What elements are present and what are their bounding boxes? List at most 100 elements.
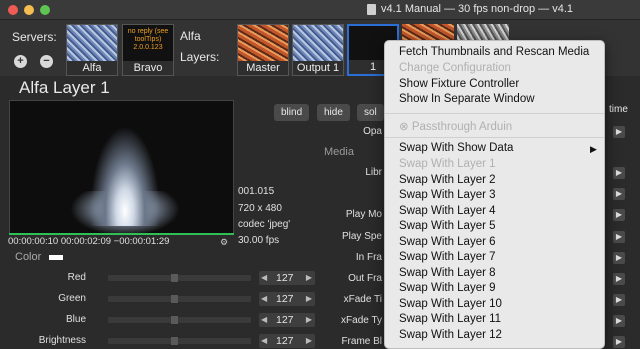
slider-knob[interactable]: [171, 316, 178, 324]
value-stepper[interactable]: ◀ 127 ▶: [259, 292, 315, 306]
value-stepper[interactable]: ◀ 127 ▶: [259, 334, 315, 348]
menu-item-swap-layer-4[interactable]: Swap With Layer 4: [399, 205, 496, 217]
param-step-right-arrow[interactable]: ▶: [613, 188, 625, 200]
server-status-note: no reply (see toolTips) 2.0.0.123: [127, 28, 169, 51]
decrement-arrow-icon[interactable]: ◀: [261, 334, 267, 348]
slider-knob[interactable]: [171, 295, 178, 303]
slider-track[interactable]: [107, 316, 252, 324]
resolution-readout: 720 x 480: [238, 203, 282, 214]
zoom-window-button[interactable]: [40, 5, 50, 15]
value-stepper[interactable]: ◀ 127 ▶: [259, 313, 315, 327]
menu-separator: [385, 113, 604, 114]
param-step-right-arrow[interactable]: ▶: [613, 315, 625, 327]
menu-item-swap-layer-5[interactable]: Swap With Layer 5: [399, 220, 496, 232]
layer-thumb-label: Master: [238, 61, 288, 75]
slider-track[interactable]: [107, 274, 252, 282]
param-step-right-arrow[interactable]: ▶: [613, 336, 625, 348]
decrement-arrow-icon[interactable]: ◀: [261, 271, 267, 285]
server-thumb-label: Bravo: [123, 61, 173, 75]
stepper-value: 127: [276, 272, 294, 284]
menu-item-passthrough: ⊗ Passthrough Arduin: [399, 121, 513, 133]
slider-track[interactable]: [107, 337, 252, 345]
slider-label: Green: [58, 293, 86, 304]
slider-row-green: Green ◀ 127 ▶: [0, 289, 320, 309]
menu-item-change-configuration: Change Configuration: [399, 62, 511, 74]
stepper-value: 127: [276, 314, 294, 326]
slider-knob[interactable]: [171, 337, 178, 345]
menu-item-swap-show-data[interactable]: Swap With Show Data: [399, 142, 513, 154]
menu-item-swap-layer-2[interactable]: Swap With Layer 2: [399, 174, 496, 186]
preview-splash: [90, 126, 160, 226]
servers-label: Servers:: [12, 30, 57, 44]
param-label: Opa: [363, 126, 382, 137]
menu-item-swap-layer-7[interactable]: Swap With Layer 7: [399, 251, 496, 263]
server-thumb-bravo[interactable]: no reply (see toolTips) 2.0.0.123 Bravo: [122, 24, 174, 76]
context-menu: Fetch Thumbnails and Rescan Media Change…: [384, 40, 605, 349]
menu-item-swap-layer-6[interactable]: Swap With Layer 6: [399, 236, 496, 248]
menu-item-swap-layer-12[interactable]: Swap With Layer 12: [399, 329, 502, 341]
add-server-button[interactable]: +: [14, 55, 27, 68]
param-label: Play Mo: [345, 209, 382, 220]
frame-readout: 001.015: [238, 186, 275, 197]
layer-thumb-master[interactable]: Master: [237, 24, 289, 76]
param-step-right-arrow[interactable]: ▶: [613, 273, 625, 285]
menu-item-show-separate-window[interactable]: Show In Separate Window: [399, 93, 535, 105]
menu-item-swap-layer-3[interactable]: Swap With Layer 3: [399, 189, 496, 201]
increment-arrow-icon[interactable]: ▶: [306, 271, 312, 285]
remove-server-button[interactable]: −: [40, 55, 53, 68]
value-stepper[interactable]: ◀ 127 ▶: [259, 271, 315, 285]
menu-item-fetch-thumbnails[interactable]: Fetch Thumbnails and Rescan Media: [399, 46, 589, 58]
timecode-options-icon[interactable]: ⚙: [220, 237, 228, 248]
layers-label: Layers:: [180, 50, 220, 64]
layer-title: Alfa Layer 1: [19, 78, 110, 97]
menu-item-show-fixture-controller[interactable]: Show Fixture Controller: [399, 78, 519, 90]
decrement-arrow-icon[interactable]: ◀: [261, 292, 267, 306]
param-step-right-arrow[interactable]: ▶: [613, 167, 625, 179]
layer-thumbnail-image: [238, 25, 288, 61]
slider-label: Blue: [65, 314, 86, 325]
menu-item-swap-layer-11[interactable]: Swap With Layer 11: [399, 313, 501, 325]
slider-knob[interactable]: [171, 274, 178, 282]
video-preview[interactable]: [9, 100, 234, 235]
decrement-arrow-icon[interactable]: ◀: [261, 313, 267, 327]
param-step-right-arrow[interactable]: ▶: [613, 252, 625, 264]
slider-label: Red: [67, 272, 86, 283]
time-label: time: [609, 104, 628, 115]
param-step-right-arrow[interactable]: ▶: [613, 294, 625, 306]
param-label: xFade Ty: [341, 315, 382, 326]
param-label: xFade Ti: [343, 294, 382, 305]
param-label: Play Spe: [341, 231, 382, 242]
fps-readout: 30.00 fps: [238, 235, 280, 246]
stepper-value: 127: [276, 335, 294, 347]
increment-arrow-icon[interactable]: ▶: [306, 334, 312, 348]
param-step-right-arrow[interactable]: ▶: [613, 231, 625, 243]
codec-readout: codec 'jpeg': [238, 219, 291, 230]
server-thumb-alfa[interactable]: Alfa: [66, 24, 118, 76]
server-thumb-label: Alfa: [67, 61, 117, 75]
server-thumbnail-image: [67, 25, 117, 61]
minimize-window-button[interactable]: [24, 5, 34, 15]
increment-arrow-icon[interactable]: ▶: [306, 313, 312, 327]
slider-row-brightness: Brightness ◀ 127 ▶: [0, 331, 320, 349]
playhead-progress-bar[interactable]: [9, 233, 234, 235]
menu-separator: [385, 137, 604, 138]
menu-item-swap-layer-10[interactable]: Swap With Layer 10: [399, 298, 502, 310]
stepper-value: 127: [276, 293, 294, 305]
window-title: v4.1 Manual — 30 fps non-drop — v4.1: [381, 3, 573, 15]
color-swatch[interactable]: [49, 255, 63, 260]
color-label: Color: [15, 251, 42, 263]
increment-arrow-icon[interactable]: ▶: [306, 292, 312, 306]
menu-item-swap-layer-1: Swap With Layer 1: [399, 158, 496, 170]
param-label: Libr: [365, 167, 382, 178]
param-label: Out Fra: [348, 273, 382, 284]
timecode-readout: 00:00:00:10 00:00:02:09 −00:00:01:29: [8, 236, 170, 247]
slider-label: Brightness: [38, 335, 86, 346]
menu-item-swap-layer-9[interactable]: Swap With Layer 9: [399, 282, 496, 294]
close-window-button[interactable]: [8, 5, 18, 15]
param-step-right-arrow[interactable]: ▶: [613, 209, 625, 221]
slider-row-blue: Blue ◀ 127 ▶: [0, 310, 320, 330]
param-step-right-arrow[interactable]: ▶: [613, 126, 625, 138]
menu-item-swap-layer-8[interactable]: Swap With Layer 8: [399, 267, 496, 279]
slider-row-red: Red ◀ 127 ▶: [0, 268, 320, 288]
slider-track[interactable]: [107, 295, 252, 303]
